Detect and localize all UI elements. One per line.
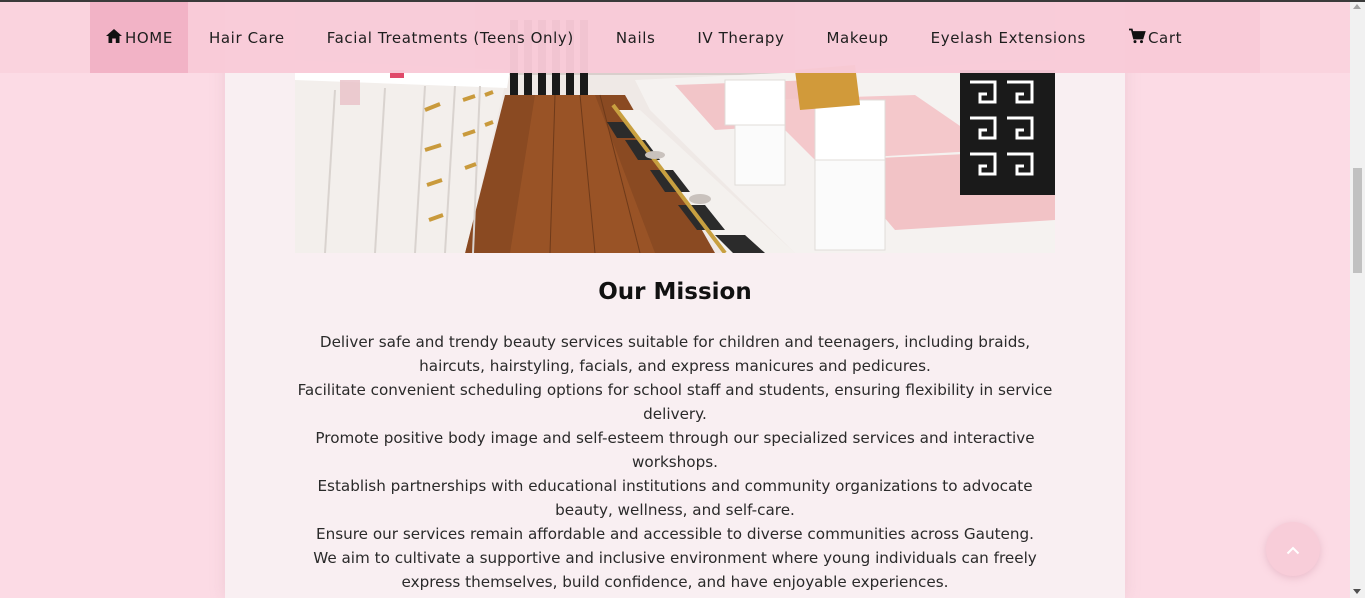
mission-paragraph: Establish partnerships with educational … xyxy=(317,477,1033,519)
nav-item-label: Makeup xyxy=(826,28,889,47)
back-to-top-button[interactable] xyxy=(1266,522,1320,576)
nav-menu: HOME Hair Care Facial Treatments (Teens … xyxy=(90,2,1260,73)
mission-paragraph: We aim to cultivate a supportive and inc… xyxy=(313,549,1037,591)
page-scrollbar[interactable] xyxy=(1350,0,1365,598)
mission-title: Our Mission xyxy=(598,279,752,305)
content-card: Our Mission Deliver safe and trendy beau… xyxy=(225,0,1125,598)
nav-item-label: Nails xyxy=(615,28,656,47)
mission-paragraph: Facilitate convenient scheduling options… xyxy=(297,381,1053,423)
nav-item-label: Hair Care xyxy=(209,28,285,47)
nav-item-iv-therapy[interactable]: IV Therapy xyxy=(676,2,805,73)
nav-item-label: IV Therapy xyxy=(697,28,785,47)
nav-item-label: HOME xyxy=(125,28,173,47)
mission-paragraph: Promote positive body image and self-est… xyxy=(315,429,1035,471)
cart-icon xyxy=(1128,28,1148,48)
mission-text: Deliver safe and trendy beauty services … xyxy=(290,330,1060,594)
scroll-up-arrow-icon[interactable] xyxy=(1353,4,1361,9)
nav-item-label: Cart xyxy=(1147,28,1183,47)
nav-item-cart[interactable]: Cart xyxy=(1107,2,1203,73)
nav-item-nails[interactable]: Nails xyxy=(595,2,677,73)
nav-item-eyelash-extensions[interactable]: Eyelash Extensions xyxy=(910,2,1107,73)
nav-item-hair-care[interactable]: Hair Care xyxy=(188,2,306,73)
scrollbar-thumb[interactable] xyxy=(1353,168,1362,273)
main-navbar: HOME Hair Care Facial Treatments (Teens … xyxy=(0,2,1365,73)
nav-item-home[interactable]: HOME xyxy=(90,2,188,73)
scroll-down-arrow-icon[interactable] xyxy=(1353,589,1361,594)
mission-paragraph: Deliver safe and trendy beauty services … xyxy=(319,333,1031,375)
nav-item-label: Eyelash Extensions xyxy=(930,28,1086,47)
window-top-border xyxy=(0,0,1365,2)
chevron-up-icon xyxy=(1286,540,1300,559)
mission-paragraph: Ensure our services remain affordable an… xyxy=(315,525,1034,543)
home-icon xyxy=(105,28,125,48)
nav-item-label: Facial Treatments (Teens Only) xyxy=(326,28,574,47)
nav-item-makeup[interactable]: Makeup xyxy=(806,2,910,73)
nav-item-facial-treatments[interactable]: Facial Treatments (Teens Only) xyxy=(306,2,595,73)
